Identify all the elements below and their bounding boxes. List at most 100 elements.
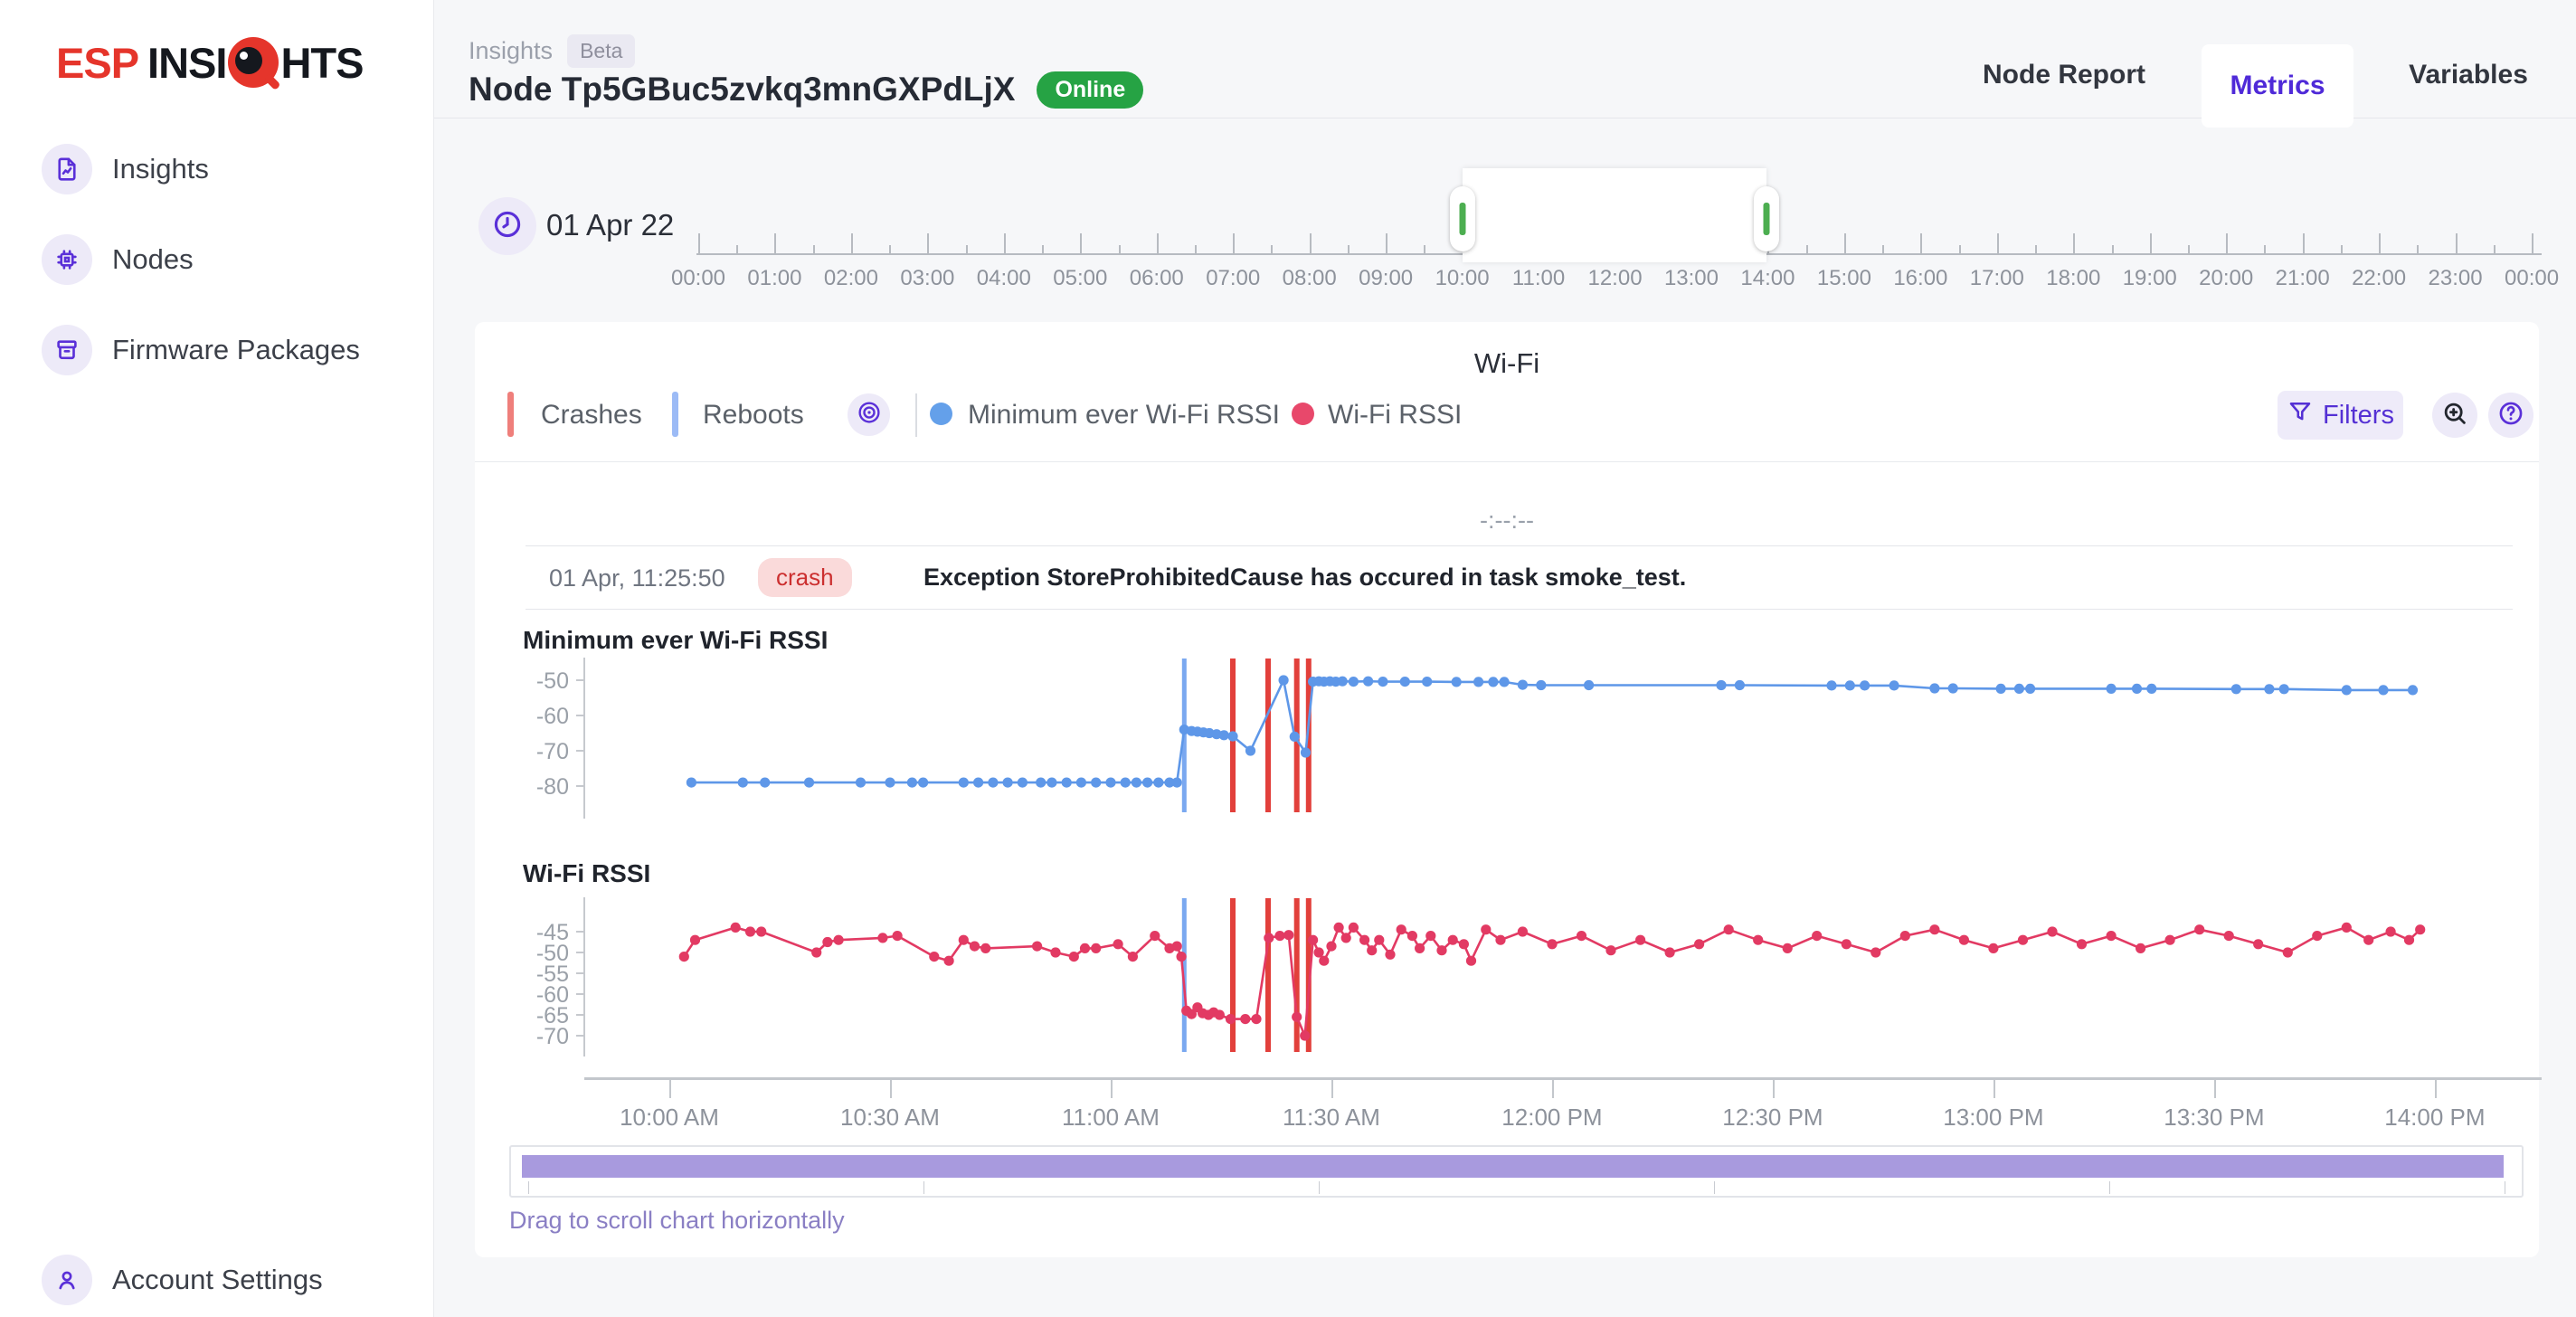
timeline-hour-tick (1004, 233, 1006, 253)
crashes-legend-marker (507, 392, 514, 437)
date-picker-button[interactable] (478, 197, 536, 255)
timeline-hour-tick (1080, 233, 1082, 253)
x-axis-tick (1552, 1080, 1554, 1098)
timeline-hour-label: 15:00 (1804, 266, 1885, 291)
reboots-legend-label[interactable]: Reboots (703, 400, 804, 431)
page-title: Node Tp5GBuc5zvkq3mnGXPdLjX (469, 71, 1015, 109)
timeline-hour-tick (2532, 233, 2533, 253)
brush-handle-left[interactable] (1450, 186, 1475, 251)
timeline-hour-label: 11:00 (1498, 266, 1579, 291)
series2-legend-label[interactable]: Wi-Fi RSSI (1328, 400, 1462, 431)
timeline-hour-label: 16:00 (1880, 266, 1961, 291)
tab-node-report[interactable]: Node Report (1974, 60, 2155, 90)
help-icon (2496, 399, 2525, 432)
timeline-half-hour-tick (889, 245, 891, 253)
help-button[interactable] (2488, 393, 2533, 438)
timeline-date-label: 01 Apr 22 (546, 208, 674, 242)
filter-funnel-icon (2287, 398, 2314, 432)
logo-text-hts: HTS (280, 38, 363, 88)
svg-text:-60: -60 (536, 704, 569, 729)
timeline-hour-tick (1157, 233, 1159, 253)
sidebar-item-label: Account Settings (112, 1264, 323, 1296)
x-axis-label: 13:30 PM (2155, 1104, 2273, 1132)
x-axis-tick (890, 1080, 892, 1098)
chart2-title: Wi-Fi RSSI (523, 859, 650, 888)
timeline-half-hour-tick (1806, 245, 1808, 253)
timeline-brush-selection[interactable] (1463, 168, 1766, 262)
svg-text:-70: -70 (536, 1024, 569, 1049)
panel-title: Wi-Fi (475, 347, 2539, 380)
scrollbar-tick (1714, 1181, 1715, 1194)
scrollbar-tick (528, 1181, 529, 1194)
x-axis-tick (1331, 1080, 1333, 1098)
crash-event-line (1230, 898, 1236, 1052)
breadcrumb-insights[interactable]: Insights (469, 37, 553, 65)
chart-wifi-rssi[interactable]: -45-50-55-60-65-70 (475, 895, 2542, 1058)
timeline-hour-tick (1844, 233, 1846, 253)
timeline-hour-label: 14:00 (1727, 266, 1808, 291)
sidebar-item-insights[interactable]: Insights (0, 133, 434, 205)
sidebar-item-firmware-packages[interactable]: Firmware Packages (0, 314, 434, 386)
timeline-hour-label: 07:00 (1192, 266, 1274, 291)
timeline-half-hour-tick (1424, 245, 1425, 253)
series2-legend-dot (1292, 403, 1314, 425)
app-logo: ESPINSI HTS (56, 34, 363, 90)
timeline-hour-label: 13:00 (1651, 266, 1732, 291)
sidebar: ESPINSI HTS Insights (0, 0, 434, 1317)
scrollbar-thumb[interactable] (522, 1155, 2504, 1178)
timeline-hour-tick (1310, 233, 1312, 253)
timeline-half-hour-tick (1882, 245, 1884, 253)
sidebar-item-label: Insights (112, 153, 209, 185)
scroll-hint-text: Drag to scroll chart horizontally (509, 1207, 845, 1235)
esp-insights-app: ESPINSI HTS Insights (0, 0, 2576, 1317)
chart-min-ever-wifi-rssi[interactable]: -50-60-70-80 (475, 656, 2542, 820)
timeline-half-hour-tick (1119, 245, 1121, 253)
timeline-hour-label: 02:00 (810, 266, 892, 291)
user-icon (42, 1255, 92, 1305)
event-message: Exception StoreProhibitedCause has occur… (923, 564, 1686, 592)
chip-icon (42, 234, 92, 285)
filters-button[interactable]: Filters (2278, 391, 2403, 440)
tab-metrics[interactable]: Metrics (2202, 44, 2353, 128)
zoom-in-button[interactable] (2432, 393, 2477, 438)
series1-legend-label[interactable]: Minimum ever Wi-Fi RSSI (968, 400, 1280, 431)
timeline-half-hour-tick (736, 245, 738, 253)
timeline-half-hour-tick (2264, 245, 2266, 253)
svg-text:-70: -70 (536, 739, 569, 764)
timeline-hour-tick (927, 233, 929, 253)
scrollbar-tick (2109, 1181, 2110, 1194)
crashes-legend-label[interactable]: Crashes (541, 400, 642, 431)
sidebar-item-label: Nodes (112, 243, 194, 276)
sidebar-item-account-settings[interactable]: Account Settings (0, 1244, 434, 1316)
timeline-hour-label: 06:00 (1116, 266, 1198, 291)
timeline-half-hour-tick (2341, 245, 2343, 253)
x-axis-label: 12:00 PM (1493, 1104, 1611, 1132)
tab-variables[interactable]: Variables (2378, 60, 2559, 90)
timeline-half-hour-tick (1042, 245, 1044, 253)
scrollbar-tick (1319, 1181, 1320, 1194)
chart-horizontal-scrollbar[interactable] (509, 1145, 2524, 1198)
timeline-hour-tick (2073, 233, 2075, 253)
sidebar-item-nodes[interactable]: Nodes (0, 223, 434, 296)
visibility-toggle-button[interactable] (848, 393, 890, 436)
timeline-hour-label: 21:00 (2262, 266, 2344, 291)
timeline-hour-tick (2150, 233, 2152, 253)
crash-event-line (1265, 898, 1271, 1052)
legend-divider (915, 393, 917, 437)
x-axis-label: 11:30 AM (1273, 1104, 1390, 1132)
timeline-half-hour-tick (1959, 245, 1961, 253)
timeline-hour-tick (2379, 233, 2381, 253)
timeline-hour-label: 18:00 (2032, 266, 2114, 291)
brush-handle-right[interactable] (1754, 186, 1779, 251)
timeline-half-hour-tick (1348, 245, 1350, 253)
timeline-hour-tick (2226, 233, 2228, 253)
logo-eye-icon (228, 37, 279, 88)
event-row[interactable]: 01 Apr, 11:25:50 crash Exception StorePr… (526, 545, 2513, 610)
x-axis-label: 14:00 PM (2376, 1104, 2494, 1132)
svg-text:-50: -50 (536, 668, 569, 694)
hover-time-readout: -:--:-- (475, 507, 2539, 535)
timeline-hour-label: 20:00 (2185, 266, 2267, 291)
x-axis-label: 11:00 AM (1052, 1104, 1170, 1132)
timeline-hour-label: 04:00 (963, 266, 1045, 291)
zoom-in-icon (2440, 399, 2469, 432)
